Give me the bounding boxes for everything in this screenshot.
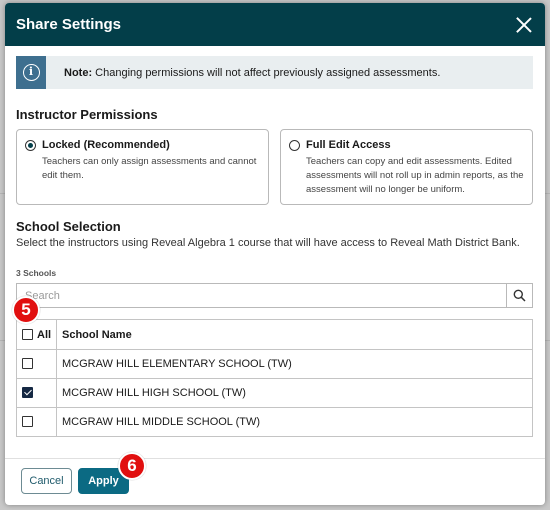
footer-divider — [5, 458, 545, 459]
table-row: MCGRAW HILL ELEMENTARY SCHOOL (TW) — [16, 349, 533, 379]
select-all-checkbox[interactable] — [22, 329, 33, 341]
checkbox-cell — [16, 407, 57, 437]
column-header-school-name: School Name — [56, 319, 533, 350]
info-icon-box: i — [16, 56, 46, 89]
radio-locked[interactable] — [25, 139, 36, 151]
info-note: i Note: Changing permissions will not af… — [16, 56, 533, 89]
share-settings-dialog: Share Settings i Note: Changing permissi… — [5, 3, 545, 505]
permission-option-label: Full Edit Access — [306, 139, 391, 151]
description-line: edit them. — [42, 170, 84, 181]
school-table: All School Name MCGRAW HILL ELEMENTARY S… — [16, 319, 533, 437]
permission-option-locked[interactable]: Locked (Recommended) Teachers can only a… — [16, 129, 269, 205]
permission-option-full-edit[interactable]: Full Edit Access Teachers can copy and e… — [280, 129, 533, 205]
table-header-row: All School Name — [16, 319, 533, 350]
school-selection-description: Select the instructors using Reveal Alge… — [16, 237, 520, 249]
description-line: Teachers can copy and edit assessments. … — [306, 156, 512, 167]
note-text: Note: Changing permissions will not affe… — [64, 67, 440, 79]
row-checkbox[interactable] — [22, 416, 33, 428]
close-icon[interactable] — [513, 14, 535, 36]
step-5-badge: 5 — [12, 296, 40, 324]
note-message: Changing permissions will not affect pre… — [92, 66, 441, 79]
step-6-badge: 6 — [118, 452, 146, 480]
row-checkbox[interactable] — [22, 358, 33, 370]
search-box — [16, 283, 533, 308]
checkbox-cell — [16, 378, 57, 408]
dialog-header: Share Settings — [5, 3, 545, 46]
cancel-button[interactable]: Cancel — [21, 468, 72, 494]
search-button[interactable] — [506, 284, 532, 307]
info-icon: i — [22, 64, 40, 81]
dialog-title: Share Settings — [16, 16, 122, 33]
radio-full-edit[interactable] — [289, 139, 300, 151]
table-row: MCGRAW HILL HIGH SCHOOL (TW) — [16, 378, 533, 408]
description-line: assessments will not roll up in admin re… — [306, 170, 524, 181]
select-all-label: All — [37, 328, 52, 341]
school-name-cell: MCGRAW HILL HIGH SCHOOL (TW) — [56, 378, 533, 408]
checkbox-cell — [16, 349, 57, 379]
description-line: assessment will no longer be uniform. — [306, 184, 465, 195]
school-name-cell: MCGRAW HILL MIDDLE SCHOOL (TW) — [56, 407, 533, 437]
description-line: Teachers can only assign assessments and… — [42, 156, 257, 167]
note-label: Note: — [64, 66, 93, 79]
school-count: 3 Schools — [16, 268, 57, 278]
search-input[interactable] — [17, 284, 506, 307]
school-name-cell: MCGRAW HILL ELEMENTARY SCHOOL (TW) — [56, 349, 533, 379]
permission-option-label: Locked (Recommended) — [42, 139, 170, 151]
permission-option-description: Teachers can copy and edit assessments. … — [306, 155, 524, 197]
permission-option-description: Teachers can only assign assessments and… — [42, 155, 260, 183]
instructor-permissions-heading: Instructor Permissions — [16, 107, 158, 122]
table-row: MCGRAW HILL MIDDLE SCHOOL (TW) — [16, 407, 533, 437]
select-all-cell: All — [16, 319, 57, 350]
school-selection-heading: School Selection — [16, 219, 121, 234]
row-checkbox[interactable] — [22, 387, 33, 399]
search-icon — [513, 289, 526, 302]
